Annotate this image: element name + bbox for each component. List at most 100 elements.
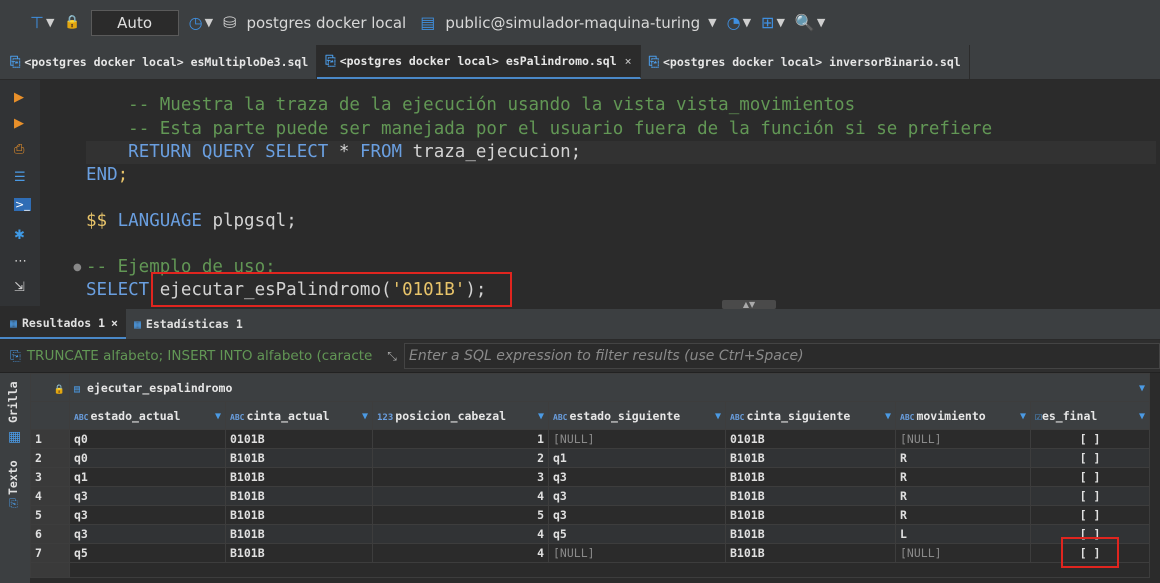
table-cell[interactable]: 4 [372, 486, 549, 506]
tab-espalindromo[interactable]: ⎘ <postgres docker local> esPalindromo.s… [317, 45, 641, 79]
chevron-down-icon[interactable]: ▼ [1139, 383, 1145, 394]
chevron-down-icon[interactable]: ▼ [1020, 411, 1026, 422]
diagram-icon[interactable]: ⊞ [761, 13, 774, 32]
chevron-down-icon[interactable]: ▼ [743, 16, 751, 29]
table-cell[interactable]: B101B [725, 543, 896, 563]
active-connection[interactable]: postgres docker local [246, 14, 406, 32]
table-row[interactable]: 2 q0 B101B 2 q1 B101B R[ ] [30, 448, 1150, 468]
row-number[interactable]: 7 [30, 543, 70, 563]
table-cell[interactable]: B101B [225, 486, 373, 506]
table-cell[interactable]: 2 [372, 448, 549, 468]
table-cell[interactable]: 1 [372, 429, 549, 449]
close-icon[interactable]: × [111, 316, 118, 330]
table-cell[interactable]: q3 [69, 505, 226, 525]
active-schema[interactable]: public@simulador-maquina-turing [445, 14, 700, 32]
table-cell[interactable]: q5 [69, 543, 226, 563]
results-grid[interactable]: 🔒 ▤ ejecutar_espalindromo ▼ ABC estado_ac… [30, 373, 1160, 583]
chevron-down-icon[interactable]: ▼ [205, 16, 213, 29]
lock-icon[interactable]: 🔒 [64, 15, 80, 30]
table-cell[interactable]: B101B [225, 448, 373, 468]
table-cell[interactable]: q3 [69, 524, 226, 544]
dashboard-icon[interactable]: ◔ [727, 13, 741, 32]
table-cell[interactable]: B101B [225, 543, 373, 563]
table-row[interactable]: 5 q3 B101B 5 q3 B101B R[ ] [30, 505, 1150, 525]
table-cell[interactable]: [NULL] [548, 429, 726, 449]
history-icon[interactable]: ◷ [189, 13, 203, 32]
chevron-down-icon[interactable]: ▼ [708, 16, 716, 29]
chevron-down-icon[interactable]: ▼ [885, 411, 891, 422]
table-cell[interactable]: B101B [725, 486, 896, 506]
table-cell[interactable]: q3 [69, 486, 226, 506]
table-cell[interactable]: [ ] [1030, 429, 1150, 449]
commit-mode-selector[interactable]: Auto [90, 9, 179, 36]
row-number[interactable]: 4 [30, 486, 70, 506]
table-row[interactable]: 4 q3 B101B 4 q3 B101B R[ ] [30, 486, 1150, 506]
table-cell[interactable]: [ ] [1030, 448, 1150, 468]
table-cell[interactable]: 4 [372, 524, 549, 544]
table-cell[interactable]: 0101B [725, 429, 896, 449]
table-cell[interactable]: B101B [225, 467, 373, 487]
tab-texto[interactable]: Texto [6, 460, 20, 495]
table-cell[interactable]: q5 [548, 524, 726, 544]
row-number[interactable]: 6 [30, 524, 70, 544]
chevron-down-icon[interactable]: ▼ [538, 411, 544, 422]
column-header[interactable]: ABC estado_actual ▼ [69, 401, 226, 430]
transaction-mode-icon[interactable]: ⊤ [30, 13, 44, 32]
export-icon[interactable]: ⇲ [14, 280, 25, 295]
table-cell[interactable]: q3 [548, 467, 726, 487]
filter-input[interactable]: Enter a SQL expression to filter results… [404, 343, 1160, 369]
tab-resultados[interactable]: ▦ Resultados 1 × [0, 309, 126, 339]
tab-estadisticas[interactable]: ▦ Estadísticas 1 [126, 309, 251, 339]
close-icon[interactable]: × [625, 54, 632, 68]
table-cell[interactable]: 3 [372, 467, 549, 487]
column-header[interactable]: ABC estado_siguiente ▼ [548, 401, 726, 430]
search-icon[interactable]: 🔍 [795, 13, 815, 32]
expand-icon[interactable]: ⤡ [380, 349, 404, 364]
table-cell[interactable]: q1 [548, 448, 726, 468]
terminal-icon[interactable]: >_ [14, 198, 31, 211]
table-cell[interactable]: [NULL] [895, 543, 1031, 563]
column-header[interactable]: ☑es_final ▼ [1030, 401, 1150, 430]
table-cell[interactable]: R [895, 486, 1031, 506]
row-number[interactable]: 5 [30, 505, 70, 525]
table-cell[interactable]: [NULL] [895, 429, 1031, 449]
row-number[interactable]: 3 [30, 467, 70, 487]
table-cell[interactable]: [ ] [1030, 467, 1150, 487]
table-cell[interactable]: R [895, 467, 1031, 487]
table-cell[interactable]: q3 [548, 505, 726, 525]
table-cell[interactable]: q0 [69, 429, 226, 449]
chevron-down-icon[interactable]: ▼ [362, 411, 368, 422]
chevron-down-icon[interactable]: ▼ [1139, 411, 1145, 422]
tab-grilla[interactable]: Grilla [6, 381, 20, 423]
table-cell[interactable]: 0101B [225, 429, 373, 449]
chevron-down-icon[interactable]: ▼ [776, 16, 784, 29]
execute-new-tab-icon[interactable]: ▶ [14, 116, 24, 131]
table-cell[interactable]: [NULL] [548, 543, 726, 563]
row-number[interactable]: 2 [30, 448, 70, 468]
table-cell[interactable]: [ ] [1030, 505, 1150, 525]
table-cell[interactable]: q1 [69, 467, 226, 487]
fold-marker-icon[interactable]: ● [73, 262, 82, 273]
table-cell[interactable]: B101B [725, 448, 896, 468]
more-icon[interactable]: ⋯ [14, 254, 27, 269]
filter-history[interactable]: ⎘ TRUNCATE alfabeto; INSERT INTO alfabet… [0, 344, 380, 368]
table-cell[interactable]: L [895, 524, 1031, 544]
table-row[interactable]: 1 q0 0101B 1 [NULL] 0101B [NULL][ ] [30, 429, 1150, 449]
table-cell[interactable]: B101B [225, 505, 373, 525]
execute-statement-icon[interactable]: ▶ [14, 90, 24, 105]
column-header[interactable]: ABC cinta_actual ▼ [225, 401, 373, 430]
table-row[interactable]: 7 q5 B101B 4 [NULL] B101B [NULL][ ] [30, 543, 1150, 563]
tab-inversorbinario[interactable]: ⎘ <postgres docker local> inversorBinari… [641, 45, 970, 79]
table-row[interactable]: 6 q3 B101B 4 q5 B101B L[ ] [30, 524, 1150, 544]
table-row[interactable]: 3 q1 B101B 3 q3 B101B R[ ] [30, 467, 1150, 487]
table-cell[interactable]: B101B [725, 467, 896, 487]
table-cell[interactable]: q3 [548, 486, 726, 506]
table-cell[interactable]: R [895, 505, 1031, 525]
table-cell[interactable]: q0 [69, 448, 226, 468]
table-cell[interactable]: [ ] [1030, 486, 1150, 506]
table-cell[interactable]: 4 [372, 543, 549, 563]
table-cell[interactable]: B101B [725, 524, 896, 544]
column-header[interactable]: ABC movimiento ▼ [895, 401, 1031, 430]
explain-plan-icon[interactable]: ☰ [14, 170, 26, 185]
table-cell[interactable]: B101B [225, 524, 373, 544]
